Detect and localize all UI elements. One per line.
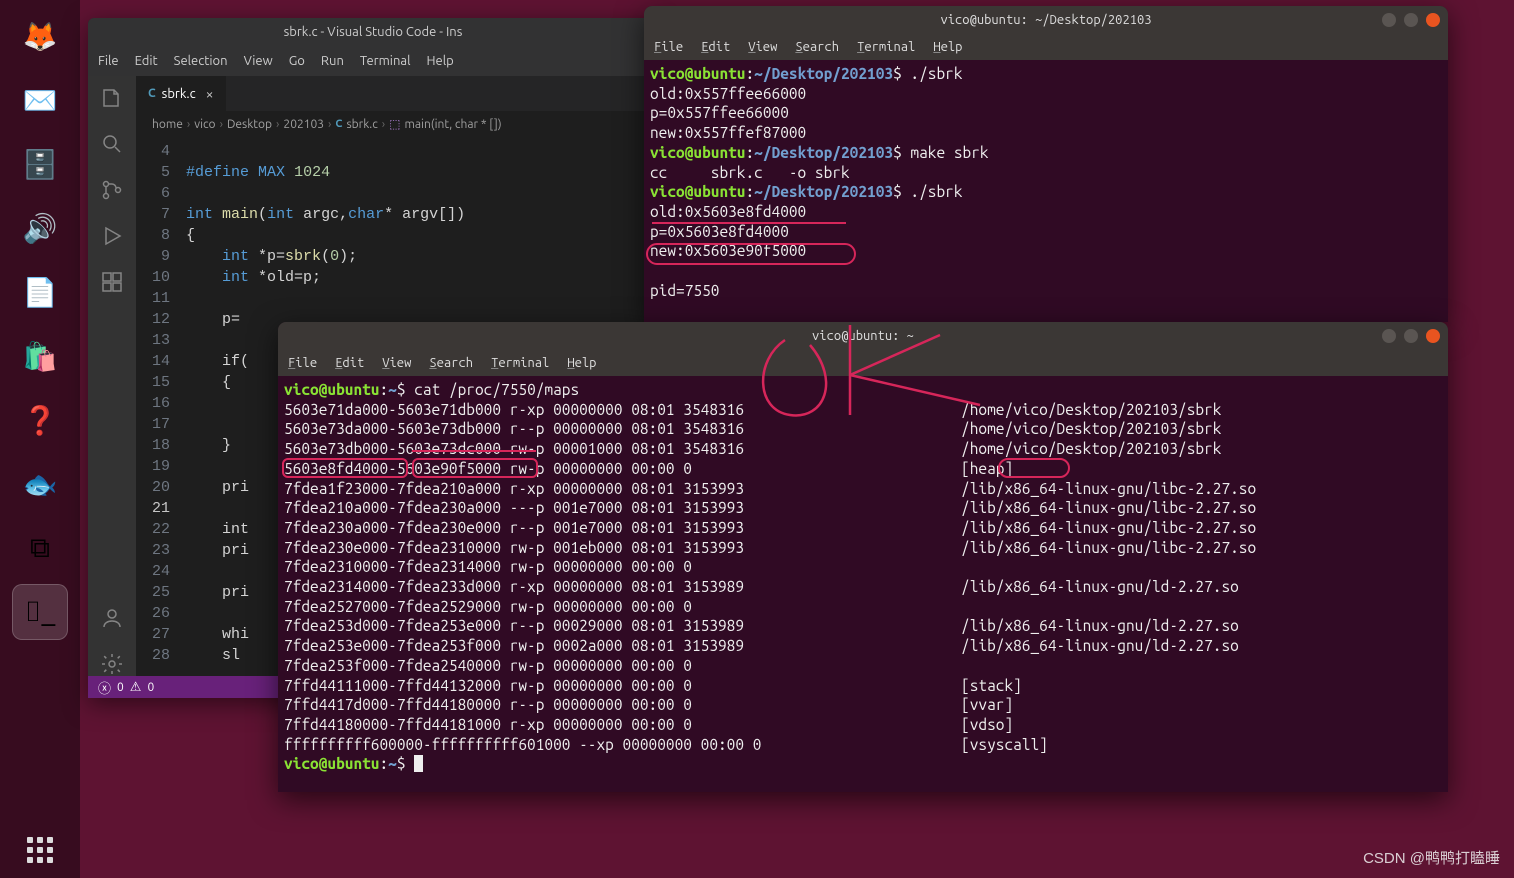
menu-file[interactable]: File: [288, 356, 317, 370]
menu-view[interactable]: View: [382, 356, 411, 370]
terminal-window-2: vico@ubuntu: ~ File Edit View Search Termina…: [278, 322, 1448, 792]
dock-software[interactable]: 🛍️: [12, 328, 68, 384]
tab-sbrk-c[interactable]: C sbrk.c ×: [136, 76, 227, 111]
terminal-menubar: File Edit View Search Terminal Help: [278, 350, 1448, 376]
close-icon[interactable]: [1426, 329, 1440, 343]
menu-terminal[interactable]: Terminal: [360, 54, 411, 68]
breadcrumbs[interactable]: home › vico › Desktop › 202103 › C sbrk.…: [136, 111, 658, 137]
terminal-title: vico@ubuntu: ~: [278, 329, 1448, 343]
vscode-title: sbrk.c - Visual Studio Code - Ins: [88, 18, 658, 46]
error-icon[interactable]: ⓧ: [98, 678, 111, 697]
menu-help[interactable]: Help: [933, 40, 962, 54]
terminal-output[interactable]: vico@ubuntu:~/Desktop/202103$ ./sbrk old…: [644, 60, 1448, 304]
minimize-icon[interactable]: [1382, 13, 1396, 27]
breadcrumb-segment[interactable]: main(int, char * []): [405, 118, 502, 131]
dock-libreoffice-writer[interactable]: 📄: [12, 264, 68, 320]
menu-edit[interactable]: Edit: [135, 54, 158, 68]
breadcrumb-segment[interactable]: Desktop: [227, 118, 272, 131]
minimize-icon[interactable]: [1382, 329, 1396, 343]
menu-search[interactable]: Search: [795, 40, 839, 54]
terminal-title: vico@ubuntu: ~/Desktop/202103: [644, 13, 1448, 27]
maximize-icon[interactable]: [1404, 329, 1418, 343]
account-icon[interactable]: [100, 606, 124, 630]
ubuntu-dock: 🦊 ✉️ 🗄️ 🔊 📄 🛍️ ❓ 🐟 ⧉ ⌷_: [0, 0, 80, 878]
explorer-icon[interactable]: [100, 86, 124, 110]
dock-help[interactable]: ❓: [12, 392, 68, 448]
terminal-output[interactable]: vico@ubuntu:~$ cat /proc/7550/maps 5603e…: [278, 376, 1448, 778]
activity-bar: [88, 76, 136, 676]
menu-search[interactable]: Search: [429, 356, 473, 370]
warning-count: 0: [147, 681, 154, 694]
vscode-menubar: File Edit Selection View Go Run Terminal Help: [88, 46, 658, 76]
terminal-menubar: File Edit View Search Terminal Help: [644, 34, 1448, 60]
close-icon[interactable]: ×: [206, 86, 214, 102]
dock-terminal[interactable]: ⌷_: [12, 584, 68, 640]
tab-label: sbrk.c: [162, 87, 196, 101]
menu-selection[interactable]: Selection: [174, 54, 228, 68]
source-control-icon[interactable]: [100, 178, 124, 202]
debug-icon[interactable]: [100, 224, 124, 248]
tab-bar: C sbrk.c ×: [136, 76, 658, 111]
dock-bluefish[interactable]: 🐟: [12, 456, 68, 512]
close-icon[interactable]: [1426, 13, 1440, 27]
dock-firefox[interactable]: 🦊: [12, 8, 68, 64]
dock-vscode[interactable]: ⧉: [12, 520, 68, 576]
menu-file[interactable]: File: [654, 40, 683, 54]
dock-files[interactable]: 🗄️: [12, 136, 68, 192]
dock-thunderbird[interactable]: ✉️: [12, 72, 68, 128]
breadcrumb-segment[interactable]: 202103: [283, 118, 324, 131]
watermark: CSDN @鸭鸭打瞌睡: [1363, 847, 1500, 868]
menu-edit[interactable]: Edit: [701, 40, 730, 54]
menu-view[interactable]: View: [748, 40, 777, 54]
breadcrumb-segment[interactable]: home: [152, 118, 183, 131]
settings-icon[interactable]: [100, 652, 124, 676]
terminal-window-1: vico@ubuntu: ~/Desktop/202103 File Edit Vi…: [644, 6, 1448, 322]
search-icon[interactable]: [100, 132, 124, 156]
c-file-icon: C: [148, 87, 156, 100]
menu-file[interactable]: File: [98, 54, 119, 68]
warning-icon[interactable]: ⚠: [130, 680, 142, 695]
menu-edit[interactable]: Edit: [335, 356, 364, 370]
menu-terminal[interactable]: Terminal: [491, 356, 549, 370]
breadcrumb-segment[interactable]: vico: [194, 118, 215, 131]
app-grid-button[interactable]: [12, 822, 68, 878]
menu-run[interactable]: Run: [321, 54, 344, 68]
menu-help[interactable]: Help: [567, 356, 596, 370]
extensions-icon[interactable]: [100, 270, 124, 294]
maximize-icon[interactable]: [1404, 13, 1418, 27]
error-count: 0: [117, 681, 124, 694]
menu-view[interactable]: View: [244, 54, 273, 68]
breadcrumb-segment[interactable]: sbrk.c: [346, 118, 377, 131]
menu-terminal[interactable]: Terminal: [857, 40, 915, 54]
dock-rhythmbox[interactable]: 🔊: [12, 200, 68, 256]
menu-go[interactable]: Go: [289, 54, 305, 68]
menu-help[interactable]: Help: [426, 54, 453, 68]
